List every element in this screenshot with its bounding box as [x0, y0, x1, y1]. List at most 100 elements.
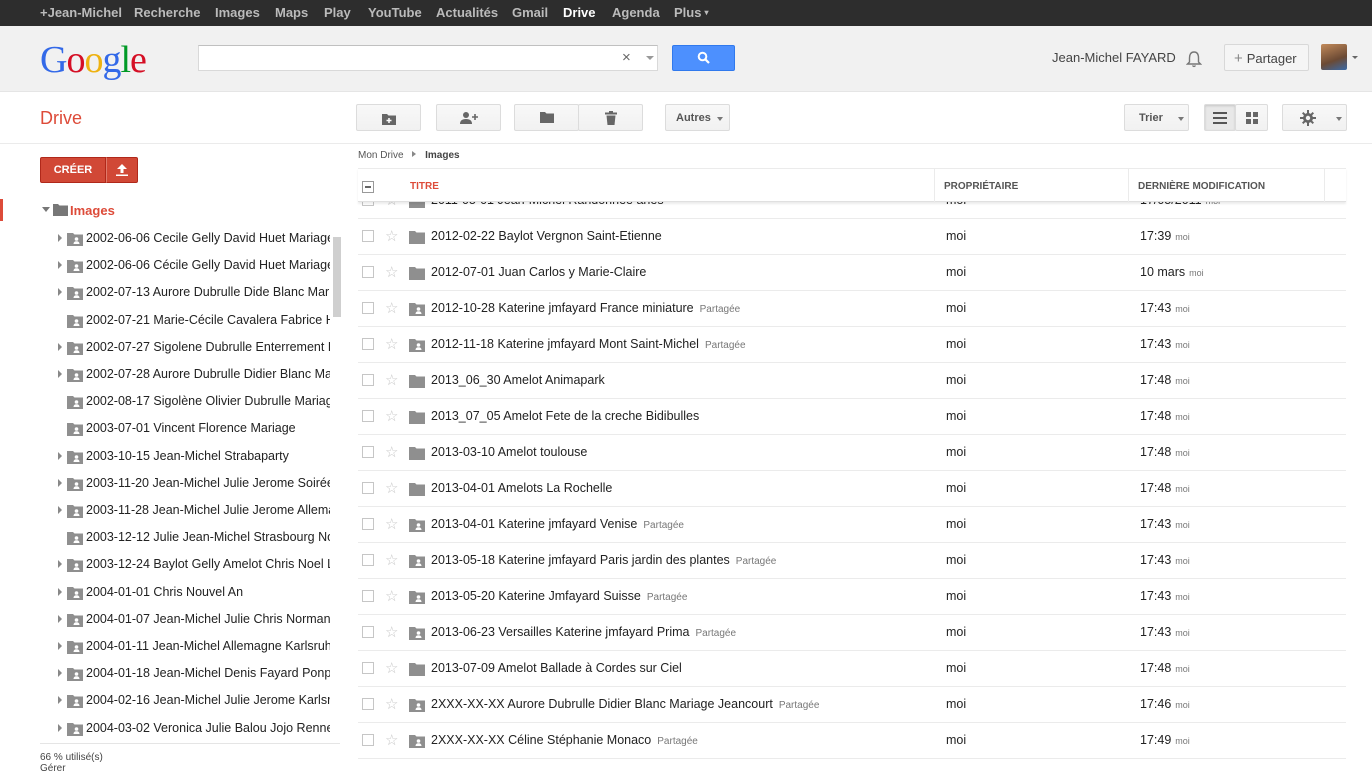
file-title[interactable]: 2012-07-01 Juan Carlos y Marie-Claire	[431, 265, 646, 279]
avatar[interactable]	[1321, 44, 1347, 70]
chevron-right-icon[interactable]	[58, 451, 62, 460]
star-icon[interactable]: ☆	[385, 443, 398, 461]
notification-bell-icon[interactable]	[1185, 50, 1203, 71]
row-checkbox[interactable]	[362, 554, 374, 566]
file-title[interactable]: 2013-04-01 Katerine jmfayard Venise Parta…	[431, 517, 684, 531]
row-checkbox[interactable]	[362, 302, 374, 314]
row-checkbox[interactable]	[362, 626, 374, 638]
sidebar-tree-item[interactable]: 2004-03-02 Veronica Julie Balou Jojo Ren…	[0, 718, 330, 740]
user-name[interactable]: Jean-Michel FAYARD	[1052, 50, 1176, 65]
table-row[interactable]: ☆ 2013-04-01 Amelots La Rochelle moi 17:48 m…	[358, 471, 1346, 507]
chevron-right-icon[interactable]	[58, 642, 62, 650]
search-button[interactable]	[672, 45, 735, 71]
file-title[interactable]: 2013-07-09 Amelot Ballade à Cordes sur C…	[431, 661, 682, 675]
file-title[interactable]: 2013-04-01 Amelots La Rochelle	[431, 481, 612, 495]
sidebar-scrollbar[interactable]	[333, 237, 341, 317]
table-row[interactable]: ☆ 2011-05-01 Jean-Michel Randonnée ânes mo…	[358, 202, 1346, 219]
file-title[interactable]: 2XXX-XX-XX Aurore Dubrulle Didier Blanc …	[431, 697, 819, 711]
manage-storage-link[interactable]: Gérer	[40, 763, 66, 774]
file-title[interactable]: 2013-05-20 Katerine Jmfayard Suisse Parta…	[431, 589, 687, 603]
star-icon[interactable]: ☆	[385, 731, 398, 749]
chevron-right-icon[interactable]	[58, 723, 62, 732]
chevron-right-icon[interactable]	[58, 370, 62, 378]
gbar-play-link[interactable]: Play	[324, 5, 351, 20]
file-title[interactable]: 2013_07_05 Amelot Fete de la creche Bidi…	[431, 409, 699, 423]
gbar-images-link[interactable]: Images	[215, 5, 260, 20]
app-title[interactable]: Drive	[40, 108, 82, 129]
chevron-right-icon[interactable]	[58, 587, 62, 596]
row-checkbox[interactable]	[362, 482, 374, 494]
table-row[interactable]: ☆ 2012-11-18 Katerine jmfayard Mont Saint…	[358, 327, 1346, 363]
chevron-right-icon[interactable]	[58, 669, 62, 678]
table-row[interactable]: ☆ 2XXX-XX-XX Aurore Dubrulle Didier Blanc…	[358, 687, 1346, 723]
sidebar-tree-item[interactable]: 2003-12-24 Baylot Gelly Amelot Chris Noe…	[0, 554, 330, 576]
file-title[interactable]: 2012-02-22 Baylot Vergnon Saint-Etienne	[431, 229, 662, 243]
row-checkbox[interactable]	[362, 590, 374, 602]
chevron-right-icon[interactable]	[58, 478, 62, 487]
table-row[interactable]: ☆ 2013-04-01 Katerine jmfayard Venise Part…	[358, 507, 1346, 543]
star-icon[interactable]: ☆	[385, 263, 398, 281]
close-icon[interactable]: ×	[622, 49, 631, 66]
grid-view-button[interactable]	[1235, 104, 1268, 131]
file-title[interactable]: 2013-05-18 Katerine jmfayard Paris jardi…	[431, 553, 776, 567]
gbar-calendar-link[interactable]: Agenda	[612, 5, 660, 20]
gbar-news-link[interactable]: Actualités	[436, 5, 498, 20]
row-checkbox[interactable]	[362, 374, 374, 386]
star-icon[interactable]: ☆	[385, 551, 398, 569]
table-row[interactable]: ☆ 2013-05-18 Katerine jmfayard Paris jard…	[358, 543, 1346, 579]
sidebar-tree-item[interactable]: 2004-02-16 Jean-Michel Julie Jerome Karl…	[0, 690, 330, 712]
sidebar-tree-item[interactable]: 2004-01-11 Jean-Michel Allemagne Karlsru…	[0, 636, 330, 658]
row-checkbox[interactable]	[362, 410, 374, 422]
upload-button[interactable]	[106, 157, 138, 183]
create-button[interactable]: CRÉER	[40, 157, 106, 183]
chevron-right-icon[interactable]	[58, 288, 62, 297]
chevron-right-icon[interactable]	[58, 342, 62, 351]
gbar-maps-link[interactable]: Maps	[275, 5, 308, 20]
chevron-down-icon[interactable]	[1352, 56, 1358, 59]
sidebar-tree-item[interactable]: 2002-06-06 Cecile Gelly David Huet Maria…	[0, 228, 330, 250]
chevron-right-icon[interactable]	[58, 234, 62, 242]
sidebar-tree-item[interactable]: 2003-10-15 Jean-Michel Strabaparty	[0, 446, 330, 468]
sidebar-tree-item[interactable]: 2003-07-01 Vincent Florence Mariage	[0, 418, 330, 440]
sidebar-tree-item[interactable]: 2002-07-28 Aurore Dubrulle Didier Blanc …	[0, 364, 330, 386]
sidebar-tree-item[interactable]: 2003-11-20 Jean-Michel Julie Jerome Soir…	[0, 473, 330, 495]
table-row[interactable]: ☆ 2013-05-20 Katerine Jmfayard Suisse Part…	[358, 579, 1346, 615]
delete-button[interactable]	[578, 104, 643, 131]
google-logo[interactable]: Google	[40, 38, 147, 82]
star-icon[interactable]: ☆	[385, 227, 398, 245]
breadcrumb-root[interactable]: Mon Drive	[358, 150, 404, 161]
sidebar-tree-item[interactable]: 2002-08-17 Sigolène Olivier Dubrulle Mar…	[0, 391, 330, 413]
star-icon[interactable]: ☆	[385, 623, 398, 641]
gbar-gmail-link[interactable]: Gmail	[512, 5, 548, 20]
sidebar-tree-item[interactable]: 2004-01-18 Jean-Michel Denis Fayard Ponp…	[0, 663, 330, 685]
star-icon[interactable]: ☆	[385, 371, 398, 389]
row-checkbox[interactable]	[362, 698, 374, 710]
star-icon[interactable]: ☆	[385, 299, 398, 317]
star-icon[interactable]: ☆	[385, 202, 398, 209]
star-icon[interactable]: ☆	[385, 407, 398, 425]
star-icon[interactable]: ☆	[385, 335, 398, 353]
table-row[interactable]: ☆ 2013-06-23 Versailles Katerine jmfayard…	[358, 615, 1346, 651]
chevron-right-icon[interactable]	[58, 614, 62, 623]
table-row[interactable]: ☆ 2013_06_30 Amelot Animapark moi 17:48 moi	[358, 363, 1346, 399]
share-button[interactable]: + Partager	[1224, 44, 1309, 71]
sidebar-tree-item[interactable]: 2004-01-01 Chris Nouvel An	[0, 582, 330, 604]
gbar-search-link[interactable]: Recherche	[134, 5, 200, 20]
star-icon[interactable]: ☆	[385, 659, 398, 677]
table-row[interactable]: ☆ 2013-03-10 Amelot toulouse moi 17:48 moi	[358, 435, 1346, 471]
file-title[interactable]: 2012-11-18 Katerine jmfayard Mont Saint-…	[431, 337, 746, 351]
file-title[interactable]: 2013-03-10 Amelot toulouse	[431, 445, 587, 459]
row-checkbox[interactable]	[362, 338, 374, 350]
row-checkbox[interactable]	[362, 202, 374, 206]
file-title[interactable]: 2013-06-23 Versailles Katerine jmfayard …	[431, 625, 736, 639]
row-checkbox[interactable]	[362, 662, 374, 674]
table-row[interactable]: ☆ 2XXX-XX-XX Céline Stéphanie Monaco Parta…	[358, 723, 1346, 759]
new-folder-button[interactable]	[356, 104, 421, 131]
gbar-profile-link[interactable]: +Jean-Michel	[40, 5, 122, 20]
chevron-right-icon[interactable]	[58, 696, 62, 705]
sidebar-tree-item[interactable]: 2002-07-27 Sigolene Dubrulle Enterrement…	[0, 337, 330, 359]
share-people-button[interactable]	[436, 104, 501, 131]
chevron-down-icon[interactable]	[42, 207, 50, 212]
column-owner-header[interactable]: PROPRIÉTAIRE	[944, 181, 1018, 192]
table-row[interactable]: ☆ 2013_07_05 Amelot Fete de la creche Bid…	[358, 399, 1346, 435]
